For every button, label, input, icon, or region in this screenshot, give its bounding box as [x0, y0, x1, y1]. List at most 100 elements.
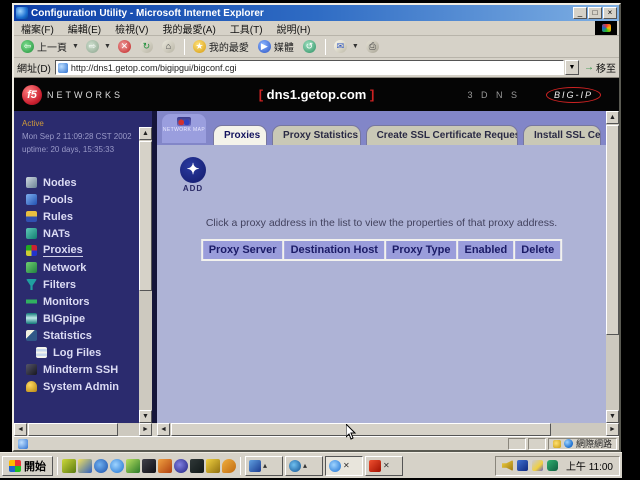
sidebar-item-label: NATs	[43, 228, 70, 240]
security-icon	[553, 440, 561, 448]
scroll-left-icon[interactable]: ◄	[157, 423, 170, 436]
address-input[interactable]: http://dns1.getop.com/bigipgui/bigconf.c…	[55, 60, 564, 75]
quicklaunch-shortcut-icon[interactable]	[158, 459, 172, 473]
menu-help[interactable]: 說明(H)	[270, 20, 318, 37]
column-header-proxy-type: Proxy Type	[386, 241, 457, 259]
quicklaunch-shortcut-icon[interactable]	[110, 459, 124, 473]
quicklaunch-shortcut-icon[interactable]	[190, 459, 204, 473]
sidebar-vertical-scrollbar[interactable]: ▲ ▼	[139, 127, 152, 423]
quicklaunch-shortcut-icon[interactable]	[174, 459, 188, 473]
tab-install-ssl-certificate[interactable]: Install SSL Certif	[523, 125, 601, 145]
close-button[interactable]: ×	[603, 7, 617, 19]
sidebar-horizontal-scrollbar[interactable]: ◄ ►	[14, 423, 152, 436]
sidebar-item-statistics[interactable]: Statistics	[14, 327, 152, 344]
scroll-down-icon[interactable]: ▼	[606, 410, 619, 423]
tab-create-ssl-certificate-request[interactable]: Create SSL Certificate Request	[366, 125, 518, 145]
forward-dropdown-icon[interactable]: ▼	[104, 43, 111, 50]
taskbar-window-button[interactable]: ▴	[285, 456, 323, 476]
back-button[interactable]: ⇦ 上一頁	[17, 38, 71, 55]
menu-tools[interactable]: 工具(T)	[223, 20, 270, 37]
scroll-up-icon[interactable]: ▲	[606, 111, 619, 124]
mail-dropdown-icon[interactable]: ▼	[352, 43, 359, 50]
volume-icon[interactable]	[502, 460, 513, 471]
proxy-table-header-row: Proxy Server Destination Host Proxy Type…	[201, 239, 563, 261]
address-dropdown-icon[interactable]: ▼	[565, 60, 579, 75]
quicklaunch-shortcut-icon[interactable]	[206, 459, 220, 473]
column-header-proxy-server: Proxy Server	[203, 241, 283, 259]
network-map-icon	[177, 117, 191, 126]
media-button[interactable]: ▶ 媒體	[254, 38, 298, 55]
sidebar-item-filters[interactable]: Filters	[14, 276, 152, 293]
sidebar-item-nats[interactable]: NATs	[14, 225, 152, 242]
hostname-text: dns1.getop.com	[267, 87, 367, 102]
favorites-star-icon: ★	[193, 40, 206, 53]
sidebar-item-mindterm-ssh[interactable]: Mindterm SSH	[14, 361, 152, 378]
sidebar-item-monitors[interactable]: Monitors	[14, 293, 152, 310]
back-icon: ⇦	[21, 40, 34, 53]
mouse-cursor	[346, 424, 357, 440]
mail-button[interactable]: ✉	[330, 39, 351, 54]
taskbar-window-button-active[interactable]: ✕	[325, 456, 363, 476]
scroll-up-icon[interactable]: ▲	[139, 127, 152, 140]
print-button[interactable]: ⎙	[362, 39, 383, 54]
display-icon[interactable]	[517, 460, 528, 471]
menu-view[interactable]: 檢視(V)	[108, 20, 155, 37]
proxies-icon	[26, 245, 37, 256]
scrollbar-thumb[interactable]	[139, 141, 152, 291]
taskbar-window-button[interactable]: ✕	[365, 456, 403, 476]
scrollbar-thumb[interactable]	[171, 423, 551, 436]
scroll-right-icon[interactable]: ►	[139, 423, 152, 436]
sidebar-item-system-admin[interactable]: System Admin	[14, 378, 152, 395]
menu-edit[interactable]: 編輯(E)	[61, 20, 108, 37]
main-vertical-scrollbar[interactable]: ▲ ▼	[606, 111, 619, 423]
sidebar-item-bigpipe[interactable]: BIGpipe	[14, 310, 152, 327]
sidebar-item-nodes[interactable]: Nodes	[14, 174, 152, 191]
add-proxy-button[interactable]: ✦ ADD	[173, 157, 213, 193]
back-dropdown-icon[interactable]: ▼	[72, 43, 79, 50]
input-method-icon[interactable]	[532, 460, 543, 471]
scrollbar-thumb[interactable]	[606, 125, 619, 335]
tab-proxy-statistics[interactable]: Proxy Statistics	[272, 125, 361, 145]
window-title: Configuration Utility - Microsoft Intern…	[31, 8, 572, 19]
sidebar-item-pools[interactable]: Pools	[14, 191, 152, 208]
quicklaunch-shortcut-icon[interactable]	[126, 459, 140, 473]
stop-button[interactable]: ✕	[114, 39, 135, 54]
network-tray-icon[interactable]	[547, 460, 558, 471]
sidebar-item-proxies[interactable]: Proxies	[14, 242, 152, 259]
navigation-sidebar: Active Mon Sep 2 11:09:28 CST 2002 uptim…	[14, 111, 152, 423]
sidebar-item-log-files[interactable]: Log Files	[14, 344, 152, 361]
forward-button[interactable]: ⇨	[82, 39, 103, 54]
refresh-button[interactable]: ↻	[136, 39, 157, 54]
quicklaunch-shortcut-icon[interactable]	[222, 459, 236, 473]
taskbar-window-button[interactable]: ▴	[245, 456, 283, 476]
quicklaunch-shortcut-icon[interactable]	[94, 459, 108, 473]
tab-proxies[interactable]: Proxies	[213, 125, 267, 145]
main-horizontal-scrollbar[interactable]: ◄ ►	[157, 423, 619, 436]
history-icon: ↺	[303, 40, 316, 53]
menu-file[interactable]: 檔案(F)	[14, 20, 61, 37]
maximize-button[interactable]: □	[588, 7, 602, 19]
network-map-button[interactable]: NETWORK MAP	[162, 114, 206, 143]
nav-menu: Nodes Pools Rules NATs	[14, 174, 152, 395]
status-pane	[528, 438, 546, 450]
scroll-down-icon[interactable]: ▼	[139, 410, 152, 423]
quicklaunch-shortcut-icon[interactable]	[62, 459, 76, 473]
scrollbar-thumb[interactable]	[28, 423, 118, 436]
taskbar-clock[interactable]: 上午 11:00	[566, 458, 613, 473]
sidebar-item-network[interactable]: Network	[14, 259, 152, 276]
quicklaunch-shortcut-icon[interactable]	[142, 459, 156, 473]
quicklaunch-shortcut-icon[interactable]	[78, 459, 92, 473]
start-button[interactable]: 開始	[2, 456, 53, 476]
home-button[interactable]: ⌂	[158, 39, 179, 54]
media-icon: ▶	[258, 40, 271, 53]
go-button[interactable]: → 移至	[584, 60, 616, 75]
sidebar-item-label: BIGpipe	[43, 313, 85, 325]
sidebar-item-rules[interactable]: Rules	[14, 208, 152, 225]
favorites-button[interactable]: ★ 我的最愛	[189, 38, 253, 55]
browser-toolbar: ⇦ 上一頁 ▼ ⇨ ▼ ✕ ↻ ⌂ ★ 我的最愛 ▶	[14, 36, 619, 58]
history-button[interactable]: ↺	[299, 39, 320, 54]
menu-favorites[interactable]: 我的最愛(A)	[155, 20, 222, 37]
scroll-right-icon[interactable]: ►	[606, 423, 619, 436]
scroll-left-icon[interactable]: ◄	[14, 423, 27, 436]
minimize-button[interactable]: _	[573, 7, 587, 19]
